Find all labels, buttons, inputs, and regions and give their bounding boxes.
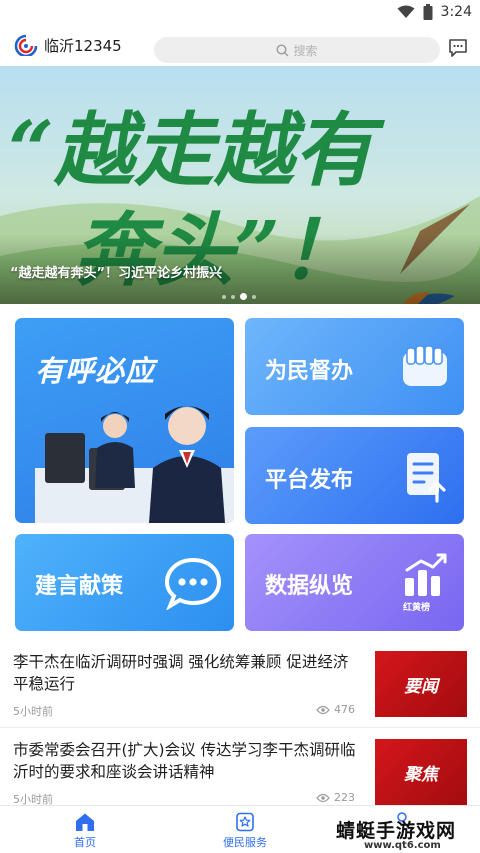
tile-hotline-label: 有呼必应 [35,354,156,388]
search-placeholder: 搜索 [293,43,318,58]
carousel-dot [252,294,256,299]
service-star-icon [236,812,254,832]
search-icon [276,43,289,56]
banner-carousel[interactable]: “越走越有 奔头”！ “越走越有奔头”！习近平论乡村振兴 [0,66,480,304]
tile-supervise-label: 为民督办 [265,359,354,384]
news-time: 5小时前 [13,705,53,718]
status-bar: 3:24 [0,0,480,26]
carousel-indicator [222,293,256,300]
tile-supervise[interactable]: 为民督办 [245,318,464,415]
app-title: 临沂12345 [44,37,122,55]
news-views: 223 [316,791,355,804]
tile-publish[interactable]: 平台发布 [245,427,464,524]
news-thumbnail: 要闻 [375,651,467,717]
news-views-count: 223 [334,791,355,804]
divider [0,727,480,728]
call-center-agents-image [35,406,234,523]
status-icons: 3:24 [397,4,472,20]
search-input[interactable]: 搜索 [154,37,440,63]
tile-advice-label: 建言献策 [35,574,124,599]
eye-icon [316,705,330,714]
fist-icon [403,345,447,386]
carousel-dot-active [240,293,247,300]
battery-icon [423,4,433,20]
nav-service-label: 便民服务 [223,836,267,849]
rank-label: 红黄榜 [403,603,431,613]
news-title: 市委常委会召开(扩大)会议 传达学习李干杰调研临沂时的要求和座谈会讲话精神 [13,741,356,781]
tile-advice[interactable]: 建言献策 [15,534,234,631]
news-thumbnail-label: 要闻 [404,676,438,697]
eye-icon [316,793,330,802]
news-title: 李干杰在临沂调研时强调 强化统筹兼顾 促进经济平稳运行 [13,653,349,693]
chat-bubble-icon [165,557,221,610]
news-thumbnail-label: 聚焦 [404,764,438,785]
document-upload-icon [407,453,446,503]
status-time: 3:24 [440,4,472,20]
news-views-count: 476 [334,703,355,716]
tile-data[interactable]: 数据纵览 红黄榜 [245,534,464,631]
watermark: 蜻蜓手游戏网 [336,820,457,842]
nav-service[interactable]: 便民服务 [205,812,285,850]
news-thumbnail: 聚焦 [375,739,467,805]
banner-art-line1: “越走越有 [8,103,385,197]
bar-chart-icon [405,553,447,596]
tile-publish-label: 平台发布 [265,468,354,493]
banner-caption[interactable]: “越走越有奔头”！习近平论乡村振兴 [10,262,222,281]
news-views: 476 [316,703,355,716]
message-icon[interactable] [448,38,468,58]
app-header: 临沂12345 搜索 [0,26,480,66]
news-item[interactable]: 李干杰在临沂调研时强调 强化统筹兼顾 促进经济平稳运行 5小时前 476 要闻 [0,651,480,739]
tile-hotline[interactable]: 有呼必应 [15,318,234,523]
nav-home-label: 首页 [74,836,96,849]
carousel-dot [222,294,226,299]
home-icon [76,813,94,831]
carousel-dot [231,294,235,299]
app-logo-icon [14,34,38,56]
nav-home[interactable]: 首页 [45,812,125,850]
watermark-url: www.qt6.com [364,840,441,851]
tile-data-label: 数据纵览 [265,574,354,599]
wifi-icon [397,5,415,18]
